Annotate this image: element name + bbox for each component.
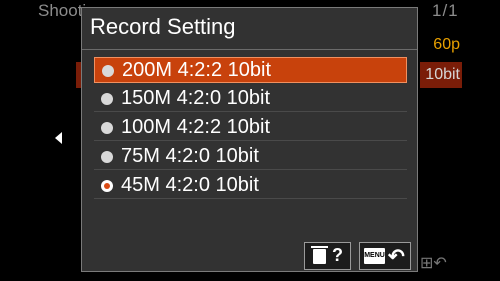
option-label: 100M 4:2:2 10bit [121, 116, 270, 138]
record-setting-dialog: Record Setting 200M 4:2:2 10bit 150M 4:2… [81, 7, 418, 272]
help-icon: ? [332, 245, 343, 265]
dialog-title: Record Setting [90, 14, 236, 39]
background-row-value: 10bit [420, 62, 462, 88]
menu-icon: MENU [364, 248, 385, 264]
radio-icon [101, 122, 113, 134]
radio-icon [102, 65, 114, 77]
radio-checked-icon [101, 180, 113, 192]
background-footer-icons: ⊞↶ [420, 255, 447, 272]
trash-icon [311, 246, 328, 264]
option-75m-420-10bit[interactable]: 75M 4:2:0 10bit [94, 144, 407, 170]
option-label: 150M 4:2:0 10bit [121, 87, 270, 109]
radio-icon [101, 151, 113, 163]
menu-back-button[interactable]: MENU ↶ [359, 242, 411, 270]
option-label: 200M 4:2:2 10bit [122, 59, 271, 81]
option-label: 75M 4:2:0 10bit [121, 145, 259, 167]
option-200m-422-10bit[interactable]: 200M 4:2:2 10bit [94, 57, 407, 83]
title-divider [82, 49, 417, 50]
option-100m-422-10bit[interactable]: 100M 4:2:2 10bit [94, 115, 407, 141]
page-indicator: 1/1 [432, 1, 459, 20]
delete-help-button[interactable]: ? [304, 242, 351, 270]
background-row-value: 60p [433, 36, 460, 53]
option-45m-420-10bit[interactable]: 45M 4:2:0 10bit [94, 173, 407, 199]
option-label: 45M 4:2:0 10bit [121, 174, 259, 196]
option-150m-420-10bit[interactable]: 150M 4:2:0 10bit [94, 86, 407, 112]
radio-icon [101, 93, 113, 105]
record-setting-options: 200M 4:2:2 10bit 150M 4:2:0 10bit 100M 4… [94, 57, 407, 202]
back-arrow-icon: ↶ [388, 246, 405, 268]
left-arrow-icon[interactable] [55, 132, 62, 144]
